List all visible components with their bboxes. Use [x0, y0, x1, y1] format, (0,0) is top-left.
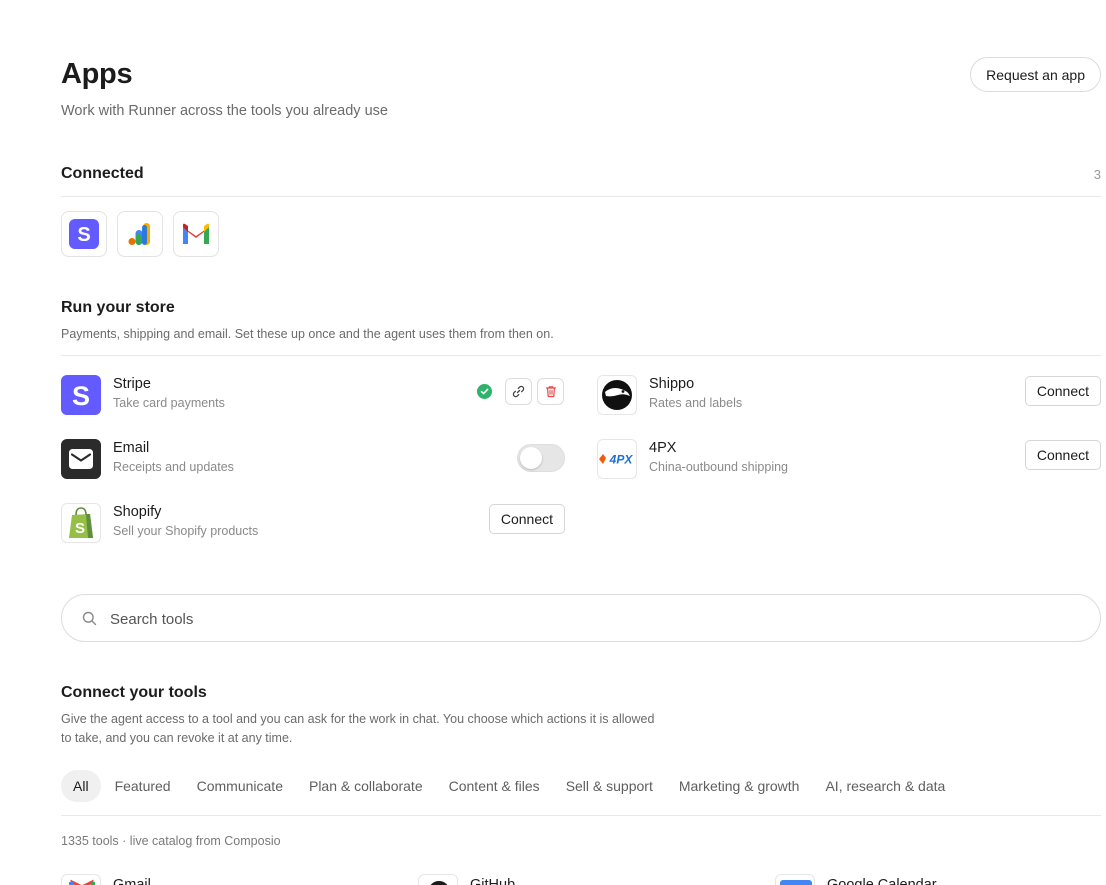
svg-text:S: S — [72, 381, 90, 411]
gmail-icon — [61, 874, 101, 885]
4px-logo: 4PX — [597, 439, 637, 479]
tab-featured[interactable]: Featured — [103, 770, 183, 802]
tabs-divider — [61, 815, 1101, 816]
github-icon — [418, 874, 458, 885]
tool-item-github[interactable]: GitHub — [418, 874, 758, 885]
shopify-logo: S — [61, 503, 101, 543]
store-app-shopify: S Shopify Sell your Shopify products Con… — [61, 503, 565, 543]
store-description: Payments, shipping and email. Set these … — [61, 327, 554, 341]
search-icon — [82, 611, 97, 626]
svg-text:S: S — [77, 224, 90, 246]
tool-item-gmail[interactable]: Gmail — [61, 874, 401, 885]
connected-tile-analytics[interactable] — [117, 211, 163, 257]
tab-all[interactable]: All — [61, 770, 101, 802]
tool-name: Gmail — [113, 877, 151, 885]
tab-content-files[interactable]: Content & files — [437, 770, 552, 802]
stripe-icon: S — [69, 219, 99, 249]
gmail-icon — [183, 223, 209, 244]
apps-page: Apps Work with Runner across the tools y… — [61, 0, 1101, 885]
tab-marketing-growth[interactable]: Marketing & growth — [667, 770, 812, 802]
tool-name: Google Calendar — [827, 877, 937, 885]
tab-communicate[interactable]: Communicate — [185, 770, 295, 802]
shippo-logo — [597, 375, 637, 415]
tools-description-line1: Give the agent access to a tool and you … — [61, 712, 655, 726]
request-app-button[interactable]: Request an app — [970, 57, 1101, 92]
envelope-icon — [69, 449, 93, 469]
email-logo — [61, 439, 101, 479]
4px-logo-text: 4PX — [609, 453, 634, 467]
tab-sell-support[interactable]: Sell & support — [554, 770, 665, 802]
store-divider — [61, 355, 1101, 356]
svg-text:S: S — [75, 520, 85, 537]
stripe-icon: S — [72, 381, 90, 411]
trash-icon — [545, 386, 556, 398]
app-name: Shopify — [113, 504, 162, 520]
tool-item-google-calendar[interactable]: Google Calendar — [775, 874, 1101, 885]
tools-search — [61, 594, 1101, 642]
link-icon — [512, 385, 525, 398]
store-app-email: Email Receipts and updates — [61, 439, 565, 479]
tools-title: Connect your tools — [61, 684, 207, 701]
catalog-note: 1335 tools · live catalog from Composio — [61, 834, 281, 848]
store-app-stripe: S Stripe Take card payments — [61, 375, 565, 415]
connected-count: 3 — [1093, 167, 1101, 182]
shopify-connect-button[interactable]: Connect — [488, 504, 565, 534]
shippo-connect-button[interactable]: Connect — [1024, 376, 1101, 406]
shopify-bag-icon: S — [69, 507, 93, 538]
toggle-knob — [520, 447, 542, 469]
stripe-delete-button[interactable] — [537, 378, 564, 405]
app-description: Rates and labels — [649, 396, 743, 410]
app-name: Stripe — [113, 376, 151, 392]
app-name: Shippo — [649, 376, 695, 392]
connected-tile-stripe[interactable]: S — [61, 211, 107, 257]
app-description: China-outbound shipping — [649, 460, 788, 474]
store-app-shippo: Shippo Rates and labels Connect — [597, 375, 1101, 415]
connected-tile-gmail[interactable] — [173, 211, 219, 257]
connected-icons: S — [61, 211, 219, 257]
tab-ai-research-data[interactable]: AI, research & data — [813, 770, 957, 802]
app-name: Email — [113, 440, 150, 456]
tool-name: GitHub — [470, 877, 516, 885]
store-title: Run your store — [61, 299, 175, 316]
connected-title: Connected — [61, 165, 144, 182]
app-description: Receipts and updates — [113, 460, 234, 474]
connected-header: Connected 3 — [61, 164, 1101, 197]
tools-description-line2: to take, and you can revoke it at any ti… — [61, 731, 293, 745]
google-analytics-icon — [128, 223, 150, 245]
shippo-icon — [602, 380, 632, 410]
4px-connect-button[interactable]: Connect — [1024, 440, 1101, 470]
connected-check-icon — [477, 384, 492, 399]
app-name: 4PX — [649, 440, 677, 456]
page-title: Apps — [61, 58, 133, 90]
app-description: Take card payments — [113, 396, 225, 410]
4px-icon: 4PX — [599, 453, 634, 467]
search-input[interactable] — [110, 606, 1070, 632]
email-toggle[interactable] — [517, 444, 565, 472]
stripe-link-button[interactable] — [505, 378, 532, 405]
category-tabs: All Featured Communicate Plan & collabor… — [61, 770, 959, 802]
stripe-logo: S — [61, 375, 101, 415]
app-description: Sell your Shopify products — [113, 524, 259, 538]
google-calendar-icon — [775, 874, 815, 885]
page-subtitle: Work with Runner across the tools you al… — [61, 103, 388, 119]
store-app-4px: 4PX 4PX China-outbound shipping Connect — [597, 439, 1101, 479]
tab-plan-collaborate[interactable]: Plan & collaborate — [297, 770, 435, 802]
